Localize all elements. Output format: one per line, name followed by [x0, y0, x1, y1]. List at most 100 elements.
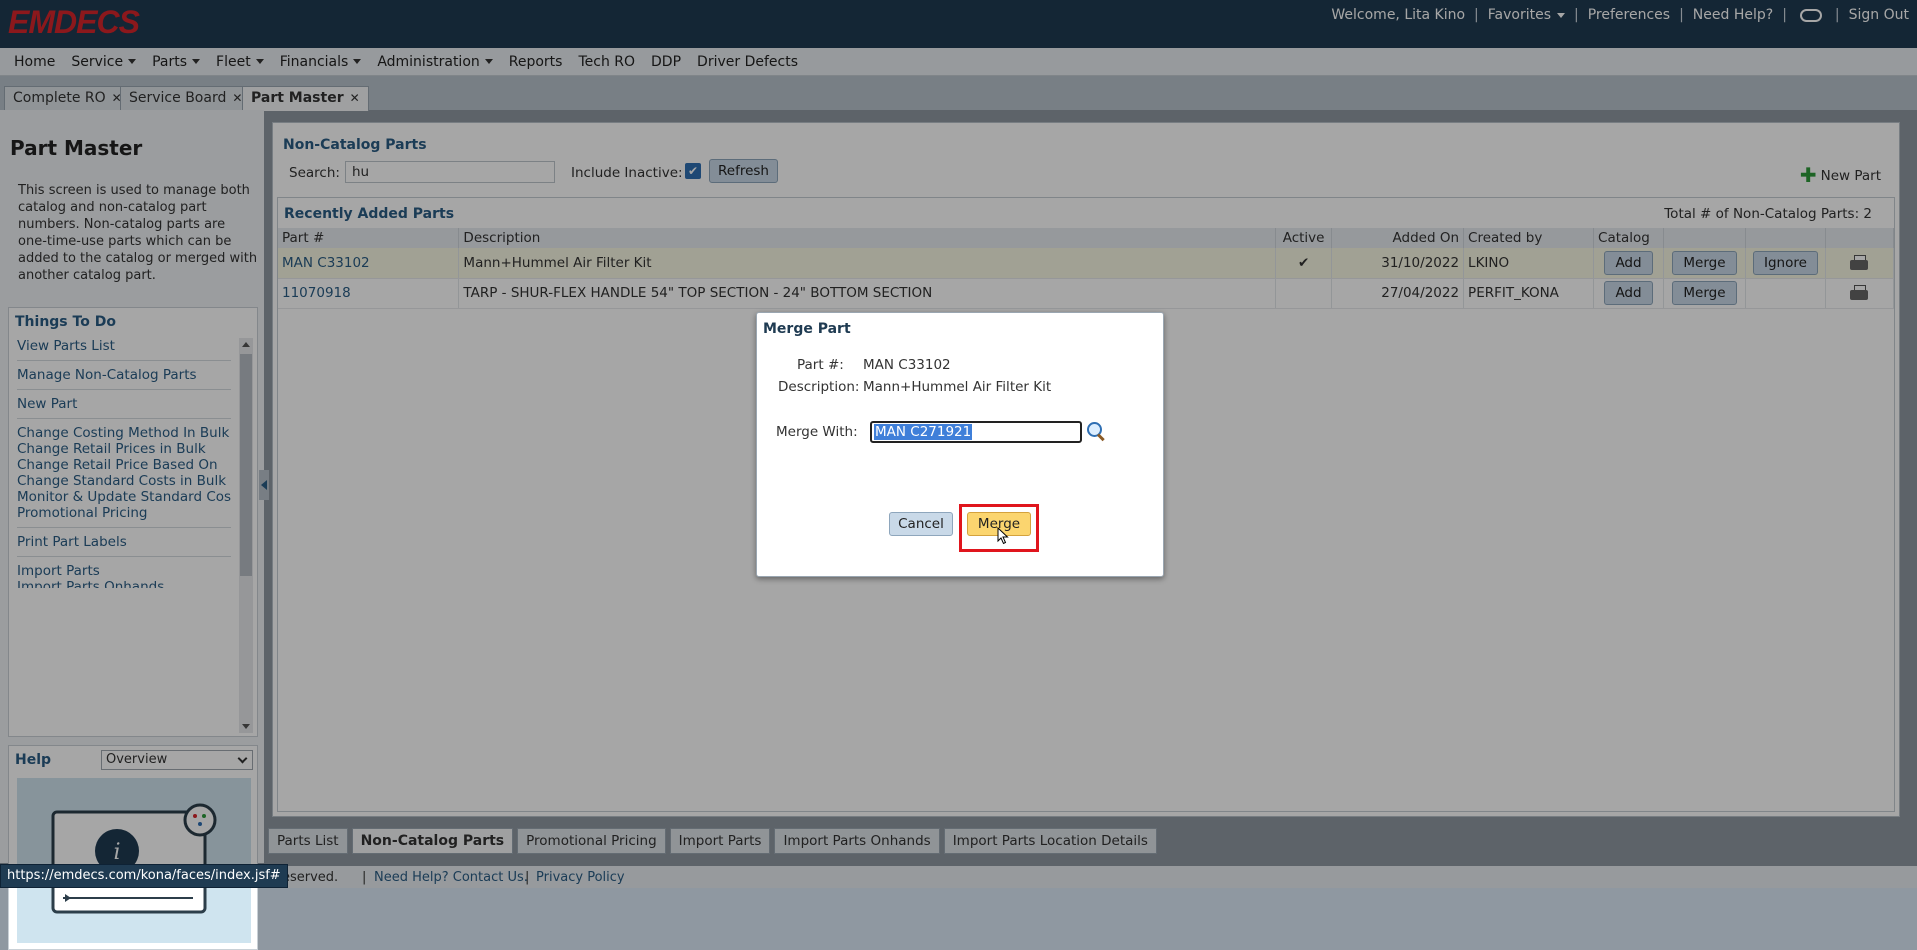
close-icon[interactable]: ✕: [232, 91, 242, 105]
column-added-on[interactable]: Added On: [1331, 228, 1465, 248]
refresh-button[interactable]: Refresh: [709, 159, 778, 183]
chevron-down-icon: [192, 59, 201, 64]
tab-non-catalog-parts[interactable]: Non-Catalog Parts: [351, 828, 514, 854]
bottom-tabs: Parts List Non-Catalog Parts Promotional…: [268, 828, 1161, 856]
chevron-down-icon: [1557, 12, 1566, 18]
status-bar-url: https://emdecs.com/kona/faces/index.jsf#: [0, 864, 288, 888]
help-topic-select[interactable]: Overview: [101, 750, 253, 770]
part-number-value: MAN C33102: [863, 357, 951, 373]
part-number-link[interactable]: 11070918: [278, 278, 460, 309]
todo-scrollbar[interactable]: [239, 338, 253, 733]
todo-import-parts-onhands[interactable]: Import Parts Onhands: [17, 579, 231, 588]
tab-service-board[interactable]: Service Board ✕: [120, 86, 252, 110]
todo-change-standard-costs[interactable]: Change Standard Costs in Bulk: [17, 473, 231, 489]
tab-import-parts[interactable]: Import Parts: [669, 828, 771, 854]
video-player-icon: i: [51, 803, 217, 914]
created-by: PERFIT_KONA: [1463, 278, 1595, 309]
added-on: 27/04/2022: [1331, 278, 1465, 309]
created-by: LKINO: [1463, 248, 1595, 279]
menu-home[interactable]: Home: [6, 54, 63, 70]
search-icon[interactable]: [1085, 421, 1107, 443]
close-icon[interactable]: ✕: [350, 91, 360, 105]
new-part-button[interactable]: ✚ New Part: [1800, 163, 1881, 187]
panel-splitter[interactable]: [259, 470, 269, 500]
todo-change-retail-prices[interactable]: Change Retail Prices in Bulk: [17, 441, 231, 457]
todo-manage-non-catalog-parts[interactable]: Manage Non-Catalog Parts: [17, 367, 231, 383]
tab-parts-list[interactable]: Parts List: [268, 828, 348, 854]
preferences-link[interactable]: Preferences: [1588, 7, 1670, 23]
include-inactive-checkbox[interactable]: ✔: [685, 163, 701, 179]
menu-service[interactable]: Service: [63, 54, 144, 70]
part-description: Mann+Hummel Air Filter Kit: [458, 248, 1277, 279]
tab-promotional-pricing[interactable]: Promotional Pricing: [517, 828, 666, 854]
mouse-cursor-icon: [997, 527, 1009, 545]
part-number-label: Part #:: [797, 357, 844, 373]
menu-tech-ro[interactable]: Tech RO: [570, 54, 643, 70]
merge-with-input[interactable]: MAN C271921: [870, 421, 1082, 443]
favorites-menu[interactable]: Favorites: [1488, 7, 1566, 23]
svg-text:i: i: [113, 840, 120, 865]
todo-change-retail-price-based-on[interactable]: Change Retail Price Based On: [17, 457, 231, 473]
welcome-text: Welcome, Lita Kino: [1331, 7, 1466, 23]
chevron-up-icon[interactable]: [242, 342, 250, 347]
todo-change-costing-method[interactable]: Change Costing Method In Bulk: [17, 425, 231, 441]
merge-part-dialog: Merge Part Part #: MAN C33102 Descriptio…: [756, 312, 1164, 577]
todo-view-parts-list[interactable]: View Parts List: [17, 338, 231, 354]
include-inactive-label: Include Inactive:: [571, 165, 683, 181]
top-links: Welcome, Lita Kino | Favorites | Prefere…: [1331, 7, 1909, 23]
tab-import-parts-location-details[interactable]: Import Parts Location Details: [943, 828, 1157, 854]
scroll-thumb[interactable]: [240, 354, 252, 576]
todo-print-part-labels[interactable]: Print Part Labels: [17, 534, 231, 550]
todo-import-parts[interactable]: Import Parts: [17, 563, 231, 579]
column-part-number[interactable]: Part #: [278, 228, 460, 248]
search-input[interactable]: hu: [345, 161, 555, 183]
emdecs-logo[interactable]: EMDECS: [8, 4, 140, 41]
printer-icon[interactable]: [1850, 254, 1869, 271]
contact-us-link[interactable]: Need Help? Contact Us.: [374, 870, 528, 885]
sign-out-link[interactable]: Sign Out: [1849, 7, 1909, 23]
column-created-by[interactable]: Created by: [1463, 228, 1595, 248]
chevron-down-icon[interactable]: [242, 724, 250, 729]
todo-new-part[interactable]: New Part: [17, 396, 231, 412]
tab-import-parts-onhands[interactable]: Import Parts Onhands: [774, 828, 940, 854]
chevron-down-icon: [484, 59, 493, 64]
part-description: TARP - SHUR-FLEX HANDLE 54" TOP SECTION …: [458, 278, 1277, 309]
part-number-link[interactable]: MAN C33102: [278, 248, 460, 279]
left-panel: Part Master This screen is used to manag…: [0, 110, 264, 950]
menu-financials[interactable]: Financials: [272, 54, 370, 70]
add-button[interactable]: Add: [1604, 281, 1653, 305]
privacy-policy-link[interactable]: Privacy Policy: [536, 870, 625, 885]
tab-complete-ro[interactable]: Complete RO ✕: [4, 86, 131, 110]
merge-button[interactable]: Merge: [1672, 250, 1737, 275]
ignore-button[interactable]: Ignore: [1753, 250, 1818, 275]
chat-icon[interactable]: [1799, 8, 1822, 22]
total-count: Total # of Non-Catalog Parts: 2: [1664, 206, 1872, 222]
rights-text: eserved.: [282, 870, 339, 885]
menu-fleet[interactable]: Fleet: [208, 54, 272, 70]
column-description[interactable]: Description: [458, 228, 1277, 248]
chevron-down-icon: [255, 59, 264, 64]
menu-administration[interactable]: Administration: [369, 54, 500, 70]
menu-driver-defects[interactable]: Driver Defects: [689, 54, 806, 70]
merge-button[interactable]: Merge: [1672, 281, 1737, 305]
menu-reports[interactable]: Reports: [501, 54, 571, 70]
printer-icon[interactable]: [1850, 285, 1869, 301]
selected-text: MAN C271921: [874, 424, 973, 440]
tab-part-master[interactable]: Part Master ✕: [242, 86, 369, 111]
main-menu: Home Service Parts Fleet Financials Admi…: [0, 48, 1917, 76]
table-row[interactable]: MAN C33102 Mann+Hummel Air Filter Kit ✔ …: [278, 248, 1895, 279]
cancel-button[interactable]: Cancel: [889, 512, 953, 536]
chevron-down-icon: [237, 753, 248, 764]
menu-ddp[interactable]: DDP: [643, 54, 689, 70]
table-row[interactable]: 11070918 TARP - SHUR-FLEX HANDLE 54" TOP…: [278, 278, 1895, 309]
add-button[interactable]: Add: [1604, 250, 1653, 275]
plus-icon: ✚: [1799, 163, 1817, 187]
todo-monitor-standard-costs[interactable]: Monitor & Update Standard Costs: [17, 489, 231, 505]
page-description: This screen is used to manage both catal…: [18, 183, 258, 283]
menu-parts[interactable]: Parts: [144, 54, 208, 70]
help-video-thumbnail[interactable]: i: [17, 778, 251, 943]
need-help-link[interactable]: Need Help?: [1693, 7, 1773, 23]
todo-promotional-pricing[interactable]: Promotional Pricing: [17, 505, 231, 521]
active-check-icon: ✔: [1275, 248, 1333, 279]
column-active[interactable]: Active: [1275, 228, 1333, 248]
